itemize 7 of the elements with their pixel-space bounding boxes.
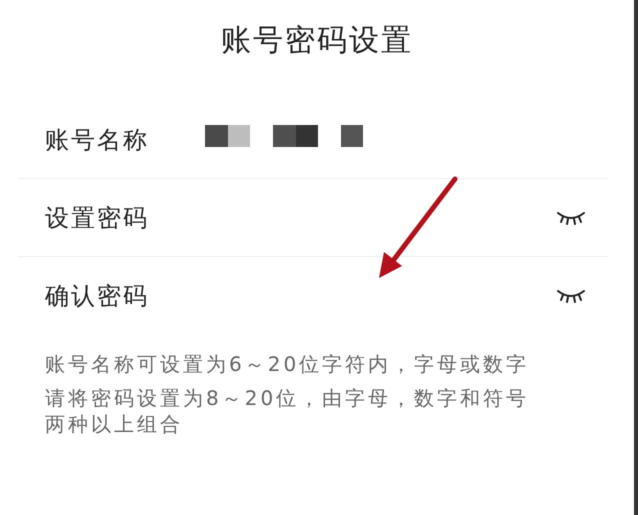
page-title: 账号密码设置: [221, 22, 413, 60]
closed-eye-icon[interactable]: [556, 287, 586, 305]
hint-text: 请将密码设置为8～20位，由字母，数字和符号两种以上组合: [45, 385, 530, 437]
field-label: 确认密码: [45, 281, 150, 312]
field-label: 设置密码: [45, 202, 150, 234]
field-label: 账号名称: [45, 124, 150, 156]
hint-text: 账号名称可设置为6～20位字符内，字母或数字: [45, 351, 530, 377]
